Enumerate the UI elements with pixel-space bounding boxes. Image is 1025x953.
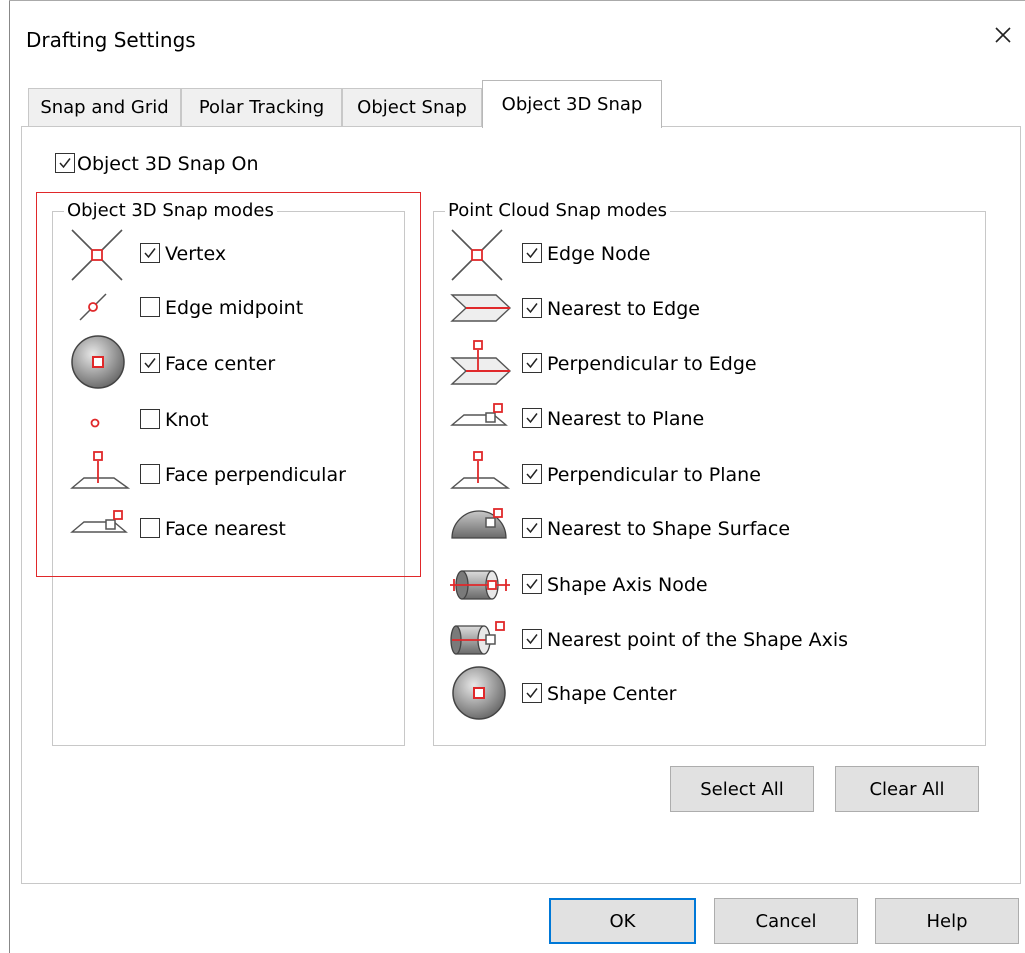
select-all-button[interactable]: Select All: [670, 766, 814, 812]
edge-node-icon: [450, 228, 504, 287]
perpendicular-to-plane-icon: [450, 448, 511, 497]
nearest-to-plane-icon: [450, 401, 510, 436]
perpendicular-to-edge-icon: [450, 338, 512, 393]
perpendicular-to-edge-label: Perpendicular to Edge: [547, 353, 757, 375]
nearest-to-shape-surface-icon: [450, 506, 510, 545]
clear-all-button[interactable]: Clear All: [835, 766, 979, 812]
shape-center-icon: [451, 665, 507, 726]
nearest-to-edge-icon: [450, 293, 512, 328]
edge-node-label: Edge Node: [547, 243, 651, 265]
tab-object-3d-snap[interactable]: Object 3D Snap: [482, 80, 662, 128]
close-icon[interactable]: [988, 20, 1018, 50]
highlight-rectangle: [36, 192, 421, 577]
nearest-to-plane-checkbox[interactable]: [522, 408, 542, 428]
nearest-point-shape-axis-checkbox[interactable]: [522, 629, 542, 649]
window-left-border: [9, 0, 10, 953]
nearest-to-edge-checkbox[interactable]: [522, 298, 542, 318]
shape-axis-node-label: Shape Axis Node: [547, 574, 708, 596]
dialog-title: Drafting Settings: [26, 28, 196, 52]
nearest-point-shape-axis-icon: [450, 618, 512, 663]
tab-object-snap[interactable]: Object Snap: [342, 88, 482, 126]
edge-node-checkbox[interactable]: [522, 243, 542, 263]
tab-polar-tracking[interactable]: Polar Tracking: [181, 88, 342, 126]
object-3d-snap-on-label: Object 3D Snap On: [77, 153, 259, 175]
perpendicular-to-plane-label: Perpendicular to Plane: [547, 464, 761, 486]
shape-axis-node-icon: [448, 565, 512, 610]
perpendicular-to-plane-checkbox[interactable]: [522, 464, 542, 484]
window-top-border: [9, 0, 1025, 1]
nearest-to-shape-surface-label: Nearest to Shape Surface: [547, 518, 791, 540]
nearest-to-edge-label: Nearest to Edge: [547, 298, 700, 320]
shape-axis-node-checkbox[interactable]: [522, 574, 542, 594]
cancel-button[interactable]: Cancel: [714, 898, 858, 944]
tab-snap-and-grid[interactable]: Snap and Grid: [28, 88, 181, 126]
nearest-to-shape-surface-checkbox[interactable]: [522, 518, 542, 538]
object-3d-snap-on-checkbox[interactable]: [55, 153, 75, 173]
point-cloud-snap-modes-title: Point Cloud Snap modes: [445, 200, 670, 221]
shape-center-label: Shape Center: [547, 683, 677, 705]
ok-button[interactable]: OK: [549, 898, 696, 944]
nearest-to-plane-label: Nearest to Plane: [547, 408, 705, 430]
help-button[interactable]: Help: [875, 898, 1019, 944]
nearest-point-shape-axis-label: Nearest point of the Shape Axis: [547, 629, 849, 651]
perpendicular-to-edge-checkbox[interactable]: [522, 353, 542, 373]
shape-center-checkbox[interactable]: [522, 683, 542, 703]
